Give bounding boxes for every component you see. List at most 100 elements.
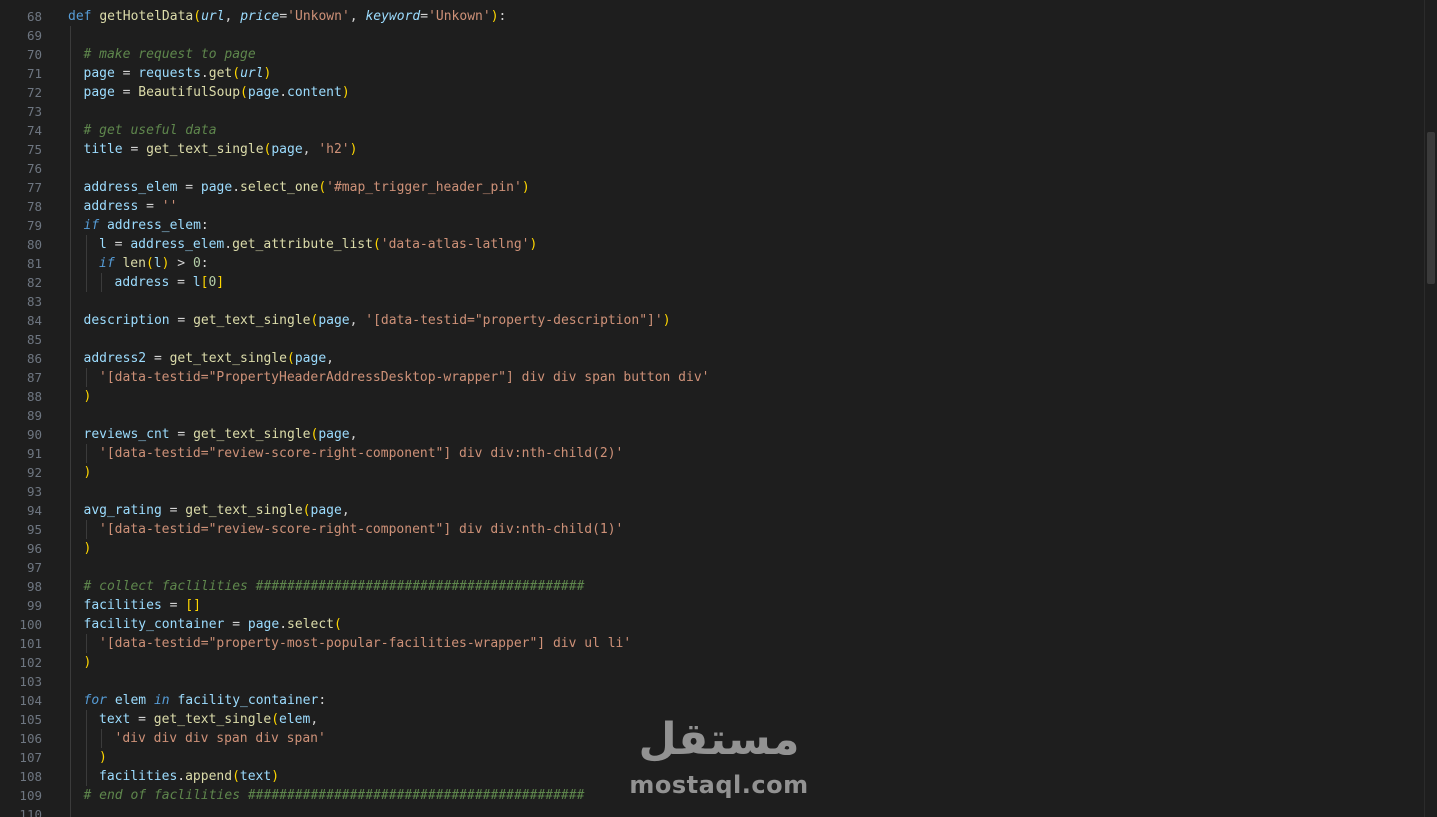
code-token: get_attribute_list — [232, 237, 373, 252]
line-number: 81 — [26, 256, 42, 271]
code-line[interactable]: 104 for elem in facility_container: — [0, 691, 1425, 710]
code-token: ) — [83, 389, 92, 404]
code-line[interactable]: 73 — [0, 102, 1425, 121]
line-number: 90 — [26, 427, 42, 442]
code-token: get_text_single — [193, 313, 311, 328]
code-line[interactable]: 80 l = address_elem.get_attribute_list('d… — [0, 235, 1425, 254]
line-number: 80 — [26, 237, 42, 252]
code-line[interactable]: 97 — [0, 558, 1425, 577]
scrollbar-thumb[interactable] — [1427, 132, 1435, 284]
indent-guide — [70, 710, 71, 729]
code-token: address_elem — [83, 180, 178, 195]
indent-guide — [70, 292, 71, 311]
code-line[interactable]: 90 reviews_cnt = get_text_single(page, — [0, 425, 1425, 444]
code-token: # end of faclilities ###################… — [83, 788, 585, 803]
code-line[interactable]: 85 — [0, 330, 1425, 349]
code-line[interactable]: 95 '[data-testid="review-score-right-comp… — [0, 520, 1425, 539]
indent-guide — [70, 653, 71, 672]
code-line[interactable]: 103 — [0, 672, 1425, 691]
code-line[interactable]: 79 if address_elem: — [0, 216, 1425, 235]
code-line[interactable]: 101 '[data-testid="property-most-popular-… — [0, 634, 1425, 653]
code-token: [] — [185, 598, 201, 613]
code-line[interactable]: 92) — [0, 463, 1425, 482]
code-line[interactable]: 69 — [0, 26, 1425, 45]
line-number: 70 — [26, 47, 42, 62]
line-number: 87 — [26, 370, 42, 385]
code-token: . — [232, 180, 241, 195]
code-line[interactable]: 110 — [0, 805, 1425, 817]
indent-guide — [70, 83, 71, 102]
indent-guide — [70, 463, 71, 482]
code-token: ) — [529, 237, 538, 252]
code-token: # get useful data — [83, 123, 217, 138]
code-token: avg_rating — [83, 503, 162, 518]
code-token: : — [200, 256, 209, 271]
code-token: page — [83, 66, 115, 81]
code-token: ) — [490, 9, 499, 24]
code-token: . — [200, 66, 209, 81]
indent-guide — [70, 577, 71, 596]
code-line[interactable]: 98 # collect faclilities ################… — [0, 577, 1425, 596]
code-line[interactable]: 96) — [0, 539, 1425, 558]
code-token: page — [83, 85, 115, 100]
line-number: 104 — [19, 693, 42, 708]
code-token: page — [247, 617, 280, 632]
line-number: 86 — [26, 351, 42, 366]
code-token: get_text_single — [169, 351, 288, 366]
code-line[interactable]: 77 address_elem = page.select_one('#map_t… — [0, 178, 1425, 197]
code-line[interactable]: 70 # make request to page — [0, 45, 1425, 64]
code-text: facilities = [] — [84, 596, 201, 615]
code-line[interactable]: 81 if len(l) > 0: — [0, 254, 1425, 273]
code-line[interactable]: 75 title = get_text_single(page, 'h2') — [0, 140, 1425, 159]
code-line[interactable]: 88) — [0, 387, 1425, 406]
indent-guide — [70, 216, 71, 235]
indent-guide — [70, 482, 71, 501]
code-editor[interactable]: 68 def getHotelData(url, price='Unkown', … — [0, 0, 1437, 817]
code-line[interactable]: 91 '[data-testid="review-score-right-comp… — [0, 444, 1425, 463]
code-token: : — [318, 693, 327, 708]
code-line[interactable]: 76 — [0, 159, 1425, 178]
code-token: ) — [83, 541, 92, 556]
code-line[interactable]: 71 page = requests.get(url) — [0, 64, 1425, 83]
code-line[interactable]: 82 address = l[0] — [0, 273, 1425, 292]
code-token: ( — [193, 9, 202, 24]
line-number: 108 — [19, 769, 42, 784]
code-line[interactable]: 84 description = get_text_single(page, '[… — [0, 311, 1425, 330]
indent-guide — [70, 178, 71, 197]
code-line[interactable]: 78 address = '' — [0, 197, 1425, 216]
line-number: 103 — [19, 674, 42, 689]
code-text: def getHotelData(url, price='Unkown', ke… — [68, 7, 506, 26]
code-text: # get useful data — [84, 121, 217, 140]
code-line[interactable]: 99 facilities = [] — [0, 596, 1425, 615]
code-text: address2 = get_text_single(page, — [84, 349, 334, 368]
code-line[interactable]: 72 page = BeautifulSoup(page.content) — [0, 83, 1425, 102]
code-line[interactable]: 83 — [0, 292, 1425, 311]
code-token: = — [161, 598, 186, 613]
line-number: 92 — [26, 465, 42, 480]
code-line[interactable]: 68 def getHotelData(url, price='Unkown', … — [0, 7, 1425, 26]
code-text: if address_elem: — [84, 216, 209, 235]
code-token: if — [83, 218, 107, 233]
code-line[interactable]: 86 address2 = get_text_single(page, — [0, 349, 1425, 368]
code-token: get — [208, 66, 233, 81]
code-token: get_text_single — [185, 503, 303, 518]
code-token: = — [279, 9, 288, 24]
code-token: ( — [232, 66, 241, 81]
code-line[interactable]: 74 # get useful data — [0, 121, 1425, 140]
code-token: = — [130, 712, 154, 727]
code-token: , — [224, 9, 241, 24]
code-line[interactable]: 102) — [0, 653, 1425, 672]
line-number: 96 — [26, 541, 42, 556]
code-line[interactable]: 100 facility_container = page.select( — [0, 615, 1425, 634]
vertical-scrollbar[interactable] — [1424, 0, 1437, 817]
code-token: # make request to page — [83, 47, 256, 62]
indent-guide — [70, 197, 71, 216]
code-token: ) — [521, 180, 530, 195]
code-text: ) — [99, 748, 107, 767]
code-line[interactable]: 94 avg_rating = get_text_single(page, — [0, 501, 1425, 520]
code-line[interactable]: 89 — [0, 406, 1425, 425]
indent-guide — [85, 273, 87, 292]
indent-guide — [70, 368, 71, 387]
code-line[interactable]: 93 — [0, 482, 1425, 501]
code-line[interactable]: 87 '[data-testid="PropertyHeaderAddressDe… — [0, 368, 1425, 387]
